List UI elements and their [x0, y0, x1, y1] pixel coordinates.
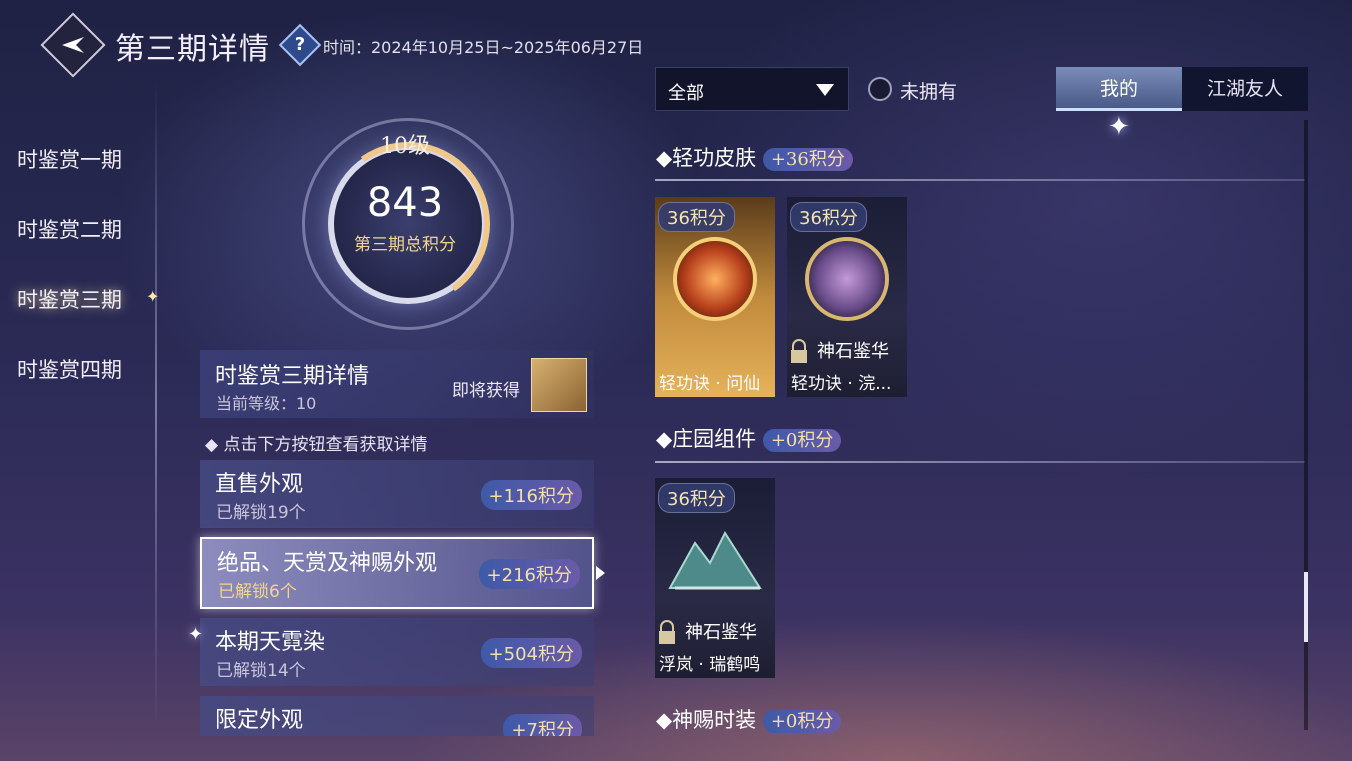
score-label: 第三期总积分 — [354, 235, 456, 255]
category-points: +216积分 — [478, 559, 580, 589]
back-arrow-icon — [62, 37, 84, 53]
category-dye[interactable]: 本期天霓染 已解锁14个 +504积分 — [200, 618, 594, 686]
item-points-badge: 36积分 — [658, 483, 735, 513]
section-points: +36积分 — [762, 148, 853, 171]
lock-icon — [791, 339, 807, 363]
page-title: 第三期详情 — [115, 32, 270, 67]
category-unlocked: 已解锁19个 — [216, 503, 306, 523]
category-points: +504积分 — [480, 638, 582, 668]
tab-mine[interactable]: 我的 — [1056, 67, 1182, 111]
nav-item-season-3[interactable]: 时鉴赏三期 — [17, 284, 122, 314]
section-divider — [655, 179, 1305, 181]
item-name: 轻功诀 · 问仙 — [659, 374, 761, 394]
item-points-badge: 36积分 — [790, 202, 867, 232]
item-card[interactable]: 36积分 神石鉴华 轻功诀 · 浣... — [787, 197, 907, 397]
category-points: +7积分 — [503, 714, 582, 736]
item-card[interactable]: 36积分 轻功诀 · 问仙 — [655, 197, 775, 397]
selected-arrow-icon — [596, 566, 605, 580]
unowned-radio[interactable] — [868, 77, 892, 101]
total-score: 843 — [366, 180, 444, 226]
unowned-label: 未拥有 — [900, 81, 958, 103]
section-label: 轻功皮肤 — [672, 146, 757, 170]
item-points-badge: 36积分 — [658, 202, 735, 232]
sparkle-icon: ✦ — [188, 624, 204, 645]
active-marker-icon: ✦ — [146, 287, 160, 306]
filter-dropdown[interactable]: 全部 — [655, 67, 849, 111]
level-text: 10级 — [380, 134, 430, 159]
section-label: 神赐时装 — [672, 708, 757, 732]
section-divider — [655, 461, 1305, 463]
item-source: 神石鉴华 — [817, 341, 889, 362]
lock-icon — [659, 620, 675, 644]
nav-divider — [155, 80, 157, 730]
current-level: 当前等级：10 — [216, 394, 317, 413]
hint-label: 点击下方按钮查看获取详情 — [223, 435, 428, 455]
category-title: 本期天霓染 — [215, 630, 326, 655]
nav-item-season-1[interactable]: 时鉴赏一期 — [17, 144, 122, 174]
category-direct-sale[interactable]: 直售外观 已解锁19个 +116积分 — [200, 460, 594, 528]
section-label: 庄园组件 — [672, 427, 757, 451]
upcoming-reward-label: 即将获得 — [452, 381, 520, 401]
tab-friends[interactable]: 江湖友人 — [1182, 67, 1308, 111]
filter-value: 全部 — [668, 83, 704, 104]
scrollbar-thumb[interactable] — [1304, 572, 1308, 642]
item-name: 轻功诀 · 浣... — [791, 374, 892, 394]
category-points: +116积分 — [480, 480, 582, 510]
section-title-qinggong: ◆轻功皮肤 +36积分 — [656, 142, 853, 172]
item-name: 浮岚 · 瑞鹤鸣 — [659, 655, 761, 675]
item-source: 神石鉴华 — [685, 622, 757, 643]
sparkle-icon: ✦ — [1108, 112, 1130, 142]
upcoming-reward-icon[interactable] — [531, 358, 587, 412]
qinggong-medal-icon — [673, 237, 757, 321]
nav-item-season-4[interactable]: 时鉴赏四期 — [17, 354, 122, 384]
chevron-down-icon — [816, 84, 834, 96]
category-title: 直售外观 — [215, 472, 304, 497]
section-points: +0积分 — [762, 710, 842, 733]
section-title-manor: ◆庄园组件 +0积分 — [656, 423, 842, 453]
season-detail-title: 时鉴赏三期详情 — [215, 364, 370, 389]
hint-text: ◆ 点击下方按钮查看获取详情 — [205, 435, 428, 455]
category-unlocked: 已解锁14个 — [216, 661, 306, 681]
nav-item-season-2[interactable]: 时鉴赏二期 — [17, 214, 122, 244]
qinggong-medal-icon — [805, 237, 889, 321]
category-premium[interactable]: 绝品、天赏及神赐外观 已解锁6个 +216积分 — [200, 537, 594, 609]
category-title: 绝品、天赏及神赐外观 — [217, 551, 438, 576]
category-limited[interactable]: 限定外观 +7积分 — [200, 696, 594, 736]
item-card[interactable]: 36积分 神石鉴华 浮岚 · 瑞鹤鸣 — [655, 478, 775, 678]
question-icon[interactable]: ? — [278, 23, 322, 67]
period-text: 时间：2024年10月25日~2025年06月27日 — [323, 38, 644, 57]
section-points: +0积分 — [762, 429, 842, 452]
category-title: 限定外观 — [215, 708, 304, 733]
mountain-icon — [668, 530, 762, 590]
category-unlocked: 已解锁6个 — [218, 582, 297, 602]
section-title-fashion: ◆神赐时装 +0积分 — [656, 704, 842, 734]
back-button[interactable] — [40, 12, 106, 78]
